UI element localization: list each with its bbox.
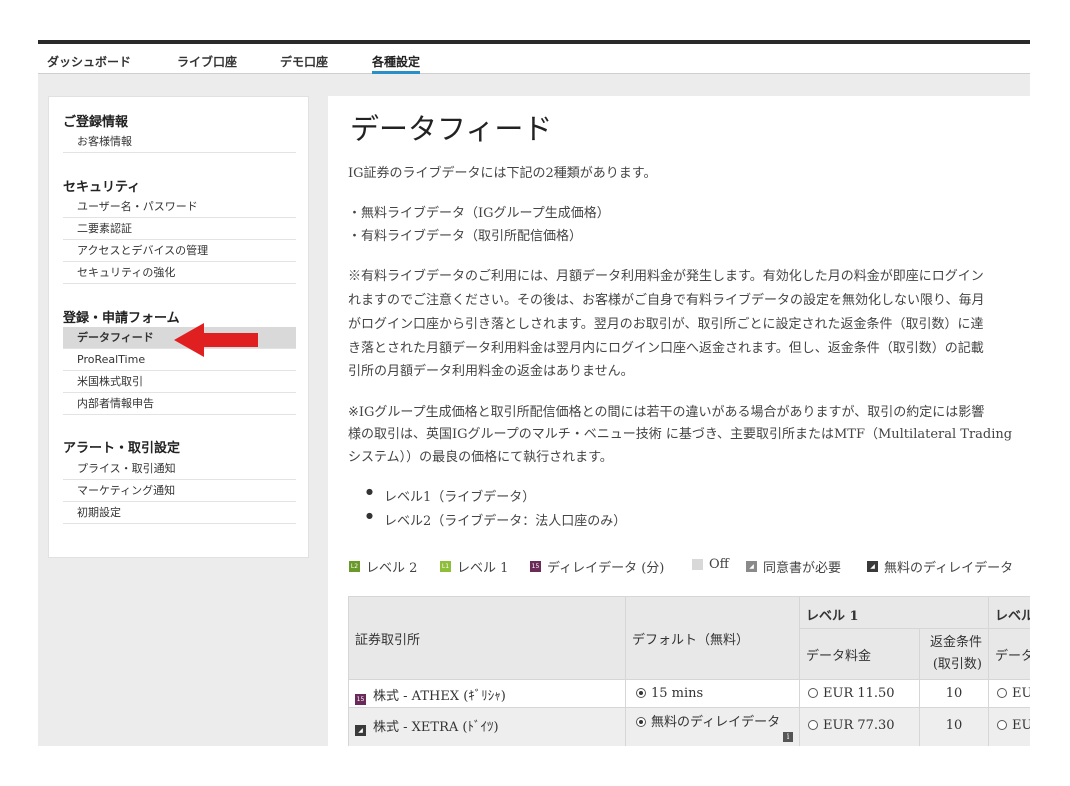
legend-level2: L2 レベル 2 [349, 557, 417, 576]
tab-settings[interactable]: 各種設定 [372, 53, 421, 74]
section-title-security: セキュリティ [63, 180, 141, 195]
free-delay-icon: ◢ [867, 561, 878, 572]
legend-level1: L1 レベル 1 [440, 557, 508, 576]
tab-dashboard[interactable]: ダッシュボード [47, 53, 131, 70]
exchange-name: 株式 - ATHEX (ｷﾞﾘｼｬ) [373, 689, 506, 704]
paragraph-line: れますのでご注意ください。その後は、お客様がご自身で有料ライブデータの設定を無効… [348, 293, 985, 308]
legend-consent: ◢ 同意書が必要 [746, 557, 841, 576]
subheader-refund-line1: 返金条件 [929, 635, 982, 650]
main-content: データフィード IG証券のライブデータには下記の2種類があります。 ・無料ライブ… [328, 96, 1030, 746]
table-row-athex-default[interactable]: 15 mins [625, 679, 800, 708]
header-default: デフォルト（無料） [625, 596, 800, 680]
table-row-xetra-default[interactable]: 無料のディレイデータ i [625, 707, 800, 746]
sidebar-item-security-enhance[interactable]: セキュリティの強化 [63, 262, 296, 284]
table-row-athex-exchange: 15 株式 - ATHEX (ｷﾞﾘｼｬ) [348, 679, 626, 708]
header-exchange: 証券取引所 [348, 596, 626, 680]
type-free: ・無料ライブデータ（IGグループ生成価格） [348, 206, 610, 221]
table-row-xetra-fee[interactable]: EUR 77.30 [799, 707, 920, 746]
legend-label: ディレイデータ (分) [547, 561, 665, 576]
legend-label: レベル 2 [366, 561, 418, 576]
free-delay-icon: ◢ [355, 725, 366, 736]
paragraph-line: ※有料ライブデータのご利用には、月額データ利用料金が発生します。有効化した月の料… [348, 269, 984, 284]
table-row-xetra-condition: 10 [919, 707, 989, 746]
radio-icon[interactable] [997, 688, 1007, 698]
consent-icon: ◢ [746, 561, 757, 572]
sidebar-item-price-alerts[interactable]: プライス・取引通知 [63, 458, 296, 480]
header-level1: レベル 1 [799, 596, 989, 629]
table-row-xetra-exchange: ◢ 株式 - XETRA (ﾄﾞｲﾂ) [348, 707, 626, 746]
fee-label: EUR 77.30 [823, 718, 895, 733]
delay-icon: 15 [355, 694, 366, 705]
exchange-name: 株式 - XETRA (ﾄﾞｲﾂ) [373, 720, 499, 735]
table-row-athex-next[interactable]: EU [988, 679, 1030, 708]
table-row-xetra-next[interactable]: EU [988, 707, 1030, 746]
page-title: データフィード [350, 112, 553, 146]
legend-label: Off [709, 557, 729, 572]
top-nav: ダッシュボード ライブ口座 デモ口座 各種設定 [38, 40, 1030, 74]
sidebar-item-username-password[interactable]: ユーザー名・パスワード [63, 196, 296, 218]
sidebar-item-two-factor[interactable]: 二要素認証 [63, 218, 296, 240]
legend-label: 同意書が必要 [763, 561, 842, 576]
level1-icon: L1 [440, 561, 451, 572]
red-arrow-icon [174, 323, 258, 357]
sidebar-item-us-stocks[interactable]: 米国株式取引 [63, 371, 296, 393]
off-icon [692, 559, 703, 570]
paragraph-line: き落とされた月額データ利用料金は翌月内にログイン口座へ返金されます。但し、返金条… [348, 341, 984, 356]
paragraph-line: システム））の最良の価格にて執行されます。 [348, 450, 613, 465]
list-item: レベル2（ライブデータ：法人口座のみ） [366, 510, 626, 529]
radio-selected-icon[interactable] [636, 717, 646, 727]
header-level-next: レベル [988, 596, 1030, 629]
info-icon[interactable]: i [783, 732, 793, 742]
next-fee-label: EU [1012, 718, 1030, 733]
sidebar-item-defaults[interactable]: 初期設定 [63, 502, 296, 524]
subheader-refund-condition: 返金条件 (取引数) [919, 628, 989, 680]
sidebar-item-access-devices[interactable]: アクセスとデバイスの管理 [63, 240, 296, 262]
table-row-athex-condition: 10 [919, 679, 989, 708]
paragraph-line: がログイン口座から引き落としされます。翌月のお取引が、取引所ごとに設定された返金… [348, 317, 984, 332]
table-row-athex-fee[interactable]: EUR 11.50 [799, 679, 920, 708]
list-item: レベル1（ライブデータ） [366, 486, 535, 505]
sidebar-item-insider-report[interactable]: 内部者情報申告 [63, 393, 296, 415]
app-window: ダッシュボード ライブ口座 デモ口座 各種設定 ご登録情報 お客様情報 セキュリ… [38, 40, 1030, 746]
legend-off: Off [692, 557, 729, 572]
type-paid: ・有料ライブデータ（取引所配信価格） [348, 229, 583, 244]
subheader-refund-line2: (取引数) [932, 657, 982, 672]
paragraph-line: 引所の月額データ利用料金の返金はありません。 [348, 364, 634, 379]
subheader-fee: データ料金 [799, 628, 920, 680]
section-title-registration: ご登録情報 [63, 115, 129, 130]
section-title-forms: 登録・申請フォーム [63, 311, 180, 326]
legend-label: レベル 1 [457, 561, 509, 576]
radio-icon[interactable] [808, 720, 818, 730]
fee-label: EUR 11.50 [823, 686, 895, 701]
radio-selected-icon[interactable] [636, 688, 646, 698]
radio-icon[interactable] [808, 688, 818, 698]
subheader-fee-next: データ [988, 628, 1030, 680]
default-option-label: 15 mins [651, 686, 704, 701]
level2-icon: L2 [349, 561, 360, 572]
sidebar-item-marketing[interactable]: マーケティング通知 [63, 480, 296, 502]
section-title-alerts: アラート・取引設定 [63, 441, 181, 456]
intro-text: IG証券のライブデータには下記の2種類があります。 [348, 166, 657, 181]
legend-label: 無料のディレイデータ [884, 561, 1014, 576]
paragraph-line: 様の取引は、英国IGグループのマルチ・ベニュー技術 に基づき、主要取引所またはM… [348, 427, 1013, 442]
legend-free-delay: ◢ 無料のディレイデータ [867, 557, 1013, 576]
default-option-label: 無料のディレイデータ [651, 715, 781, 730]
legend-delay: 15 ディレイデータ (分) [530, 557, 664, 576]
radio-icon[interactable] [997, 720, 1007, 730]
delay-icon: 15 [530, 561, 541, 572]
sidebar-item-customer-info[interactable]: お客様情報 [63, 131, 296, 153]
tab-live-account[interactable]: ライブ口座 [177, 53, 237, 70]
paragraph-line: ※IGグループ生成価格と取引所配信価格との間には若干の違いがある場合がありますが… [348, 405, 985, 420]
tab-demo-account[interactable]: デモ口座 [280, 53, 328, 70]
next-fee-label: EU [1012, 686, 1030, 701]
